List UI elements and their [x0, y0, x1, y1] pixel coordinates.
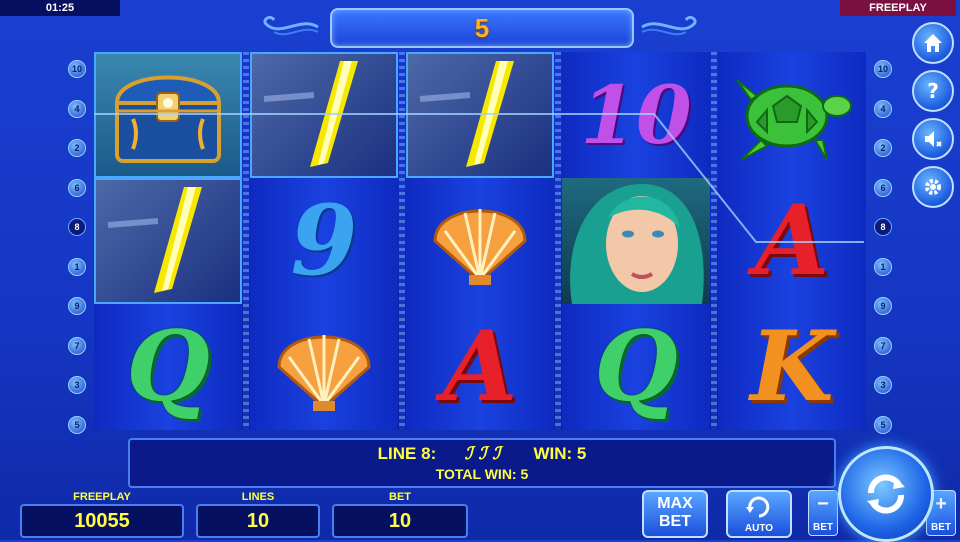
free-spins-count: 5 — [474, 13, 490, 43]
max-bet-line1: MAX — [657, 495, 693, 512]
payline-marker-5: 5 — [874, 415, 892, 434]
payline-marker-1: 1 — [874, 257, 892, 276]
line-label: LINE 8: — [377, 444, 437, 463]
payline-marker-2: 2 — [874, 139, 892, 157]
bet-label: BET — [389, 491, 411, 503]
payline-marker-6: 6 — [68, 178, 86, 197]
clock: 01:25 — [0, 0, 120, 16]
bet-value[interactable]: 10 — [332, 504, 468, 538]
max-bet-line2: BET — [659, 513, 691, 530]
bet-decrease-button[interactable]: − BET — [808, 490, 838, 536]
payline-marker-8: 8 — [874, 218, 892, 236]
payline-markers-right: 10 4 2 6 8 1 9 7 3 5 — [874, 60, 892, 455]
free-spins-header: 5 — [260, 4, 700, 48]
bet-decrease-caption: BET — [813, 522, 833, 533]
payline-marker-8: 8 — [68, 218, 86, 236]
home-icon — [924, 34, 942, 52]
lines-value[interactable]: 10 — [196, 504, 320, 538]
payline-marker-7: 7 — [874, 336, 892, 355]
line-win-row: LINE 8: ℐ ℐ ℐ WIN: 5 — [130, 444, 834, 464]
settings-button[interactable] — [912, 166, 954, 208]
sound-toggle-button[interactable] — [912, 118, 954, 160]
freeplay-label: FREEPLAY — [73, 491, 131, 503]
reel-grid: Q 9 A 10 Q A K — [94, 52, 866, 430]
sound-off-icon — [925, 131, 942, 147]
bet-increase-caption: BET — [931, 522, 951, 533]
payline-marker-6: 6 — [874, 178, 892, 197]
payline-marker-10: 10 — [874, 60, 892, 78]
minus-icon: − — [817, 493, 829, 515]
home-button[interactable] — [912, 22, 954, 64]
payline-marker-4: 4 — [68, 99, 86, 118]
payline-marker-3: 3 — [68, 376, 86, 394]
payline-marker-4: 4 — [874, 99, 892, 118]
ornament-left-icon — [263, 16, 319, 36]
payline-marker-3: 3 — [874, 376, 892, 394]
lines-label: LINES — [241, 491, 275, 503]
payline-marker-7: 7 — [68, 336, 86, 355]
settings-icon — [925, 179, 941, 195]
spin-button[interactable] — [838, 446, 934, 542]
payline-marker-5: 5 — [68, 415, 86, 434]
mode-badge: FREEPLAY — [840, 0, 956, 16]
payline-marker-9: 9 — [68, 297, 86, 315]
spin-arrows-icon — [867, 474, 905, 514]
payline-markers-left: 10 4 2 6 8 1 9 7 3 5 — [68, 60, 86, 455]
auto-spin-button[interactable]: AUTO — [726, 490, 792, 538]
payline-marker-9: 9 — [874, 297, 892, 315]
svg-text:?: ? — [927, 80, 939, 102]
payline-marker-1: 1 — [68, 257, 86, 276]
ornament-right-icon — [641, 16, 697, 36]
help-icon: ? — [927, 80, 939, 102]
payline-marker-10: 10 — [68, 60, 86, 78]
line-win-amount: WIN: 5 — [533, 444, 587, 463]
win-info-panel: LINE 8: ℐ ℐ ℐ WIN: 5 TOTAL WIN: 5 — [128, 438, 836, 488]
autoplay-icon — [746, 496, 770, 518]
line-symbols: ℐ ℐ ℐ — [464, 444, 501, 464]
auto-label: AUTO — [744, 523, 774, 534]
free-spins-box: 5 — [330, 8, 634, 48]
winning-payline — [94, 113, 864, 243]
max-bet-button[interactable]: MAX BET — [642, 490, 708, 538]
payline-marker-2: 2 — [68, 139, 86, 157]
total-win: TOTAL WIN: 5 — [435, 466, 529, 482]
help-button[interactable]: ? — [912, 70, 954, 112]
freeplay-value: 10055 — [20, 504, 184, 538]
